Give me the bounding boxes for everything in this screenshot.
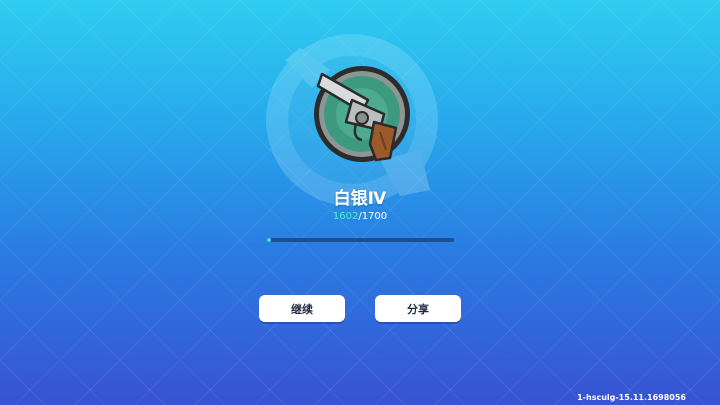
share-button[interactable]: 分享 <box>375 295 461 322</box>
max-points: 1700 <box>361 211 388 222</box>
current-points: 1602 <box>332 211 359 222</box>
rank-result-panel: 白银Ⅳ 1602/1700 <box>0 0 720 405</box>
rank-points: 1602/1700 <box>0 211 720 222</box>
rank-title: 白银Ⅳ <box>333 189 387 209</box>
rank-progress-fill <box>267 238 271 242</box>
version-label: 1-hsculg-15.11.1698056 <box>577 393 686 402</box>
rank-progress-bar <box>267 238 454 242</box>
continue-button[interactable]: 继续 <box>259 295 345 322</box>
revolver-icon <box>314 66 410 162</box>
